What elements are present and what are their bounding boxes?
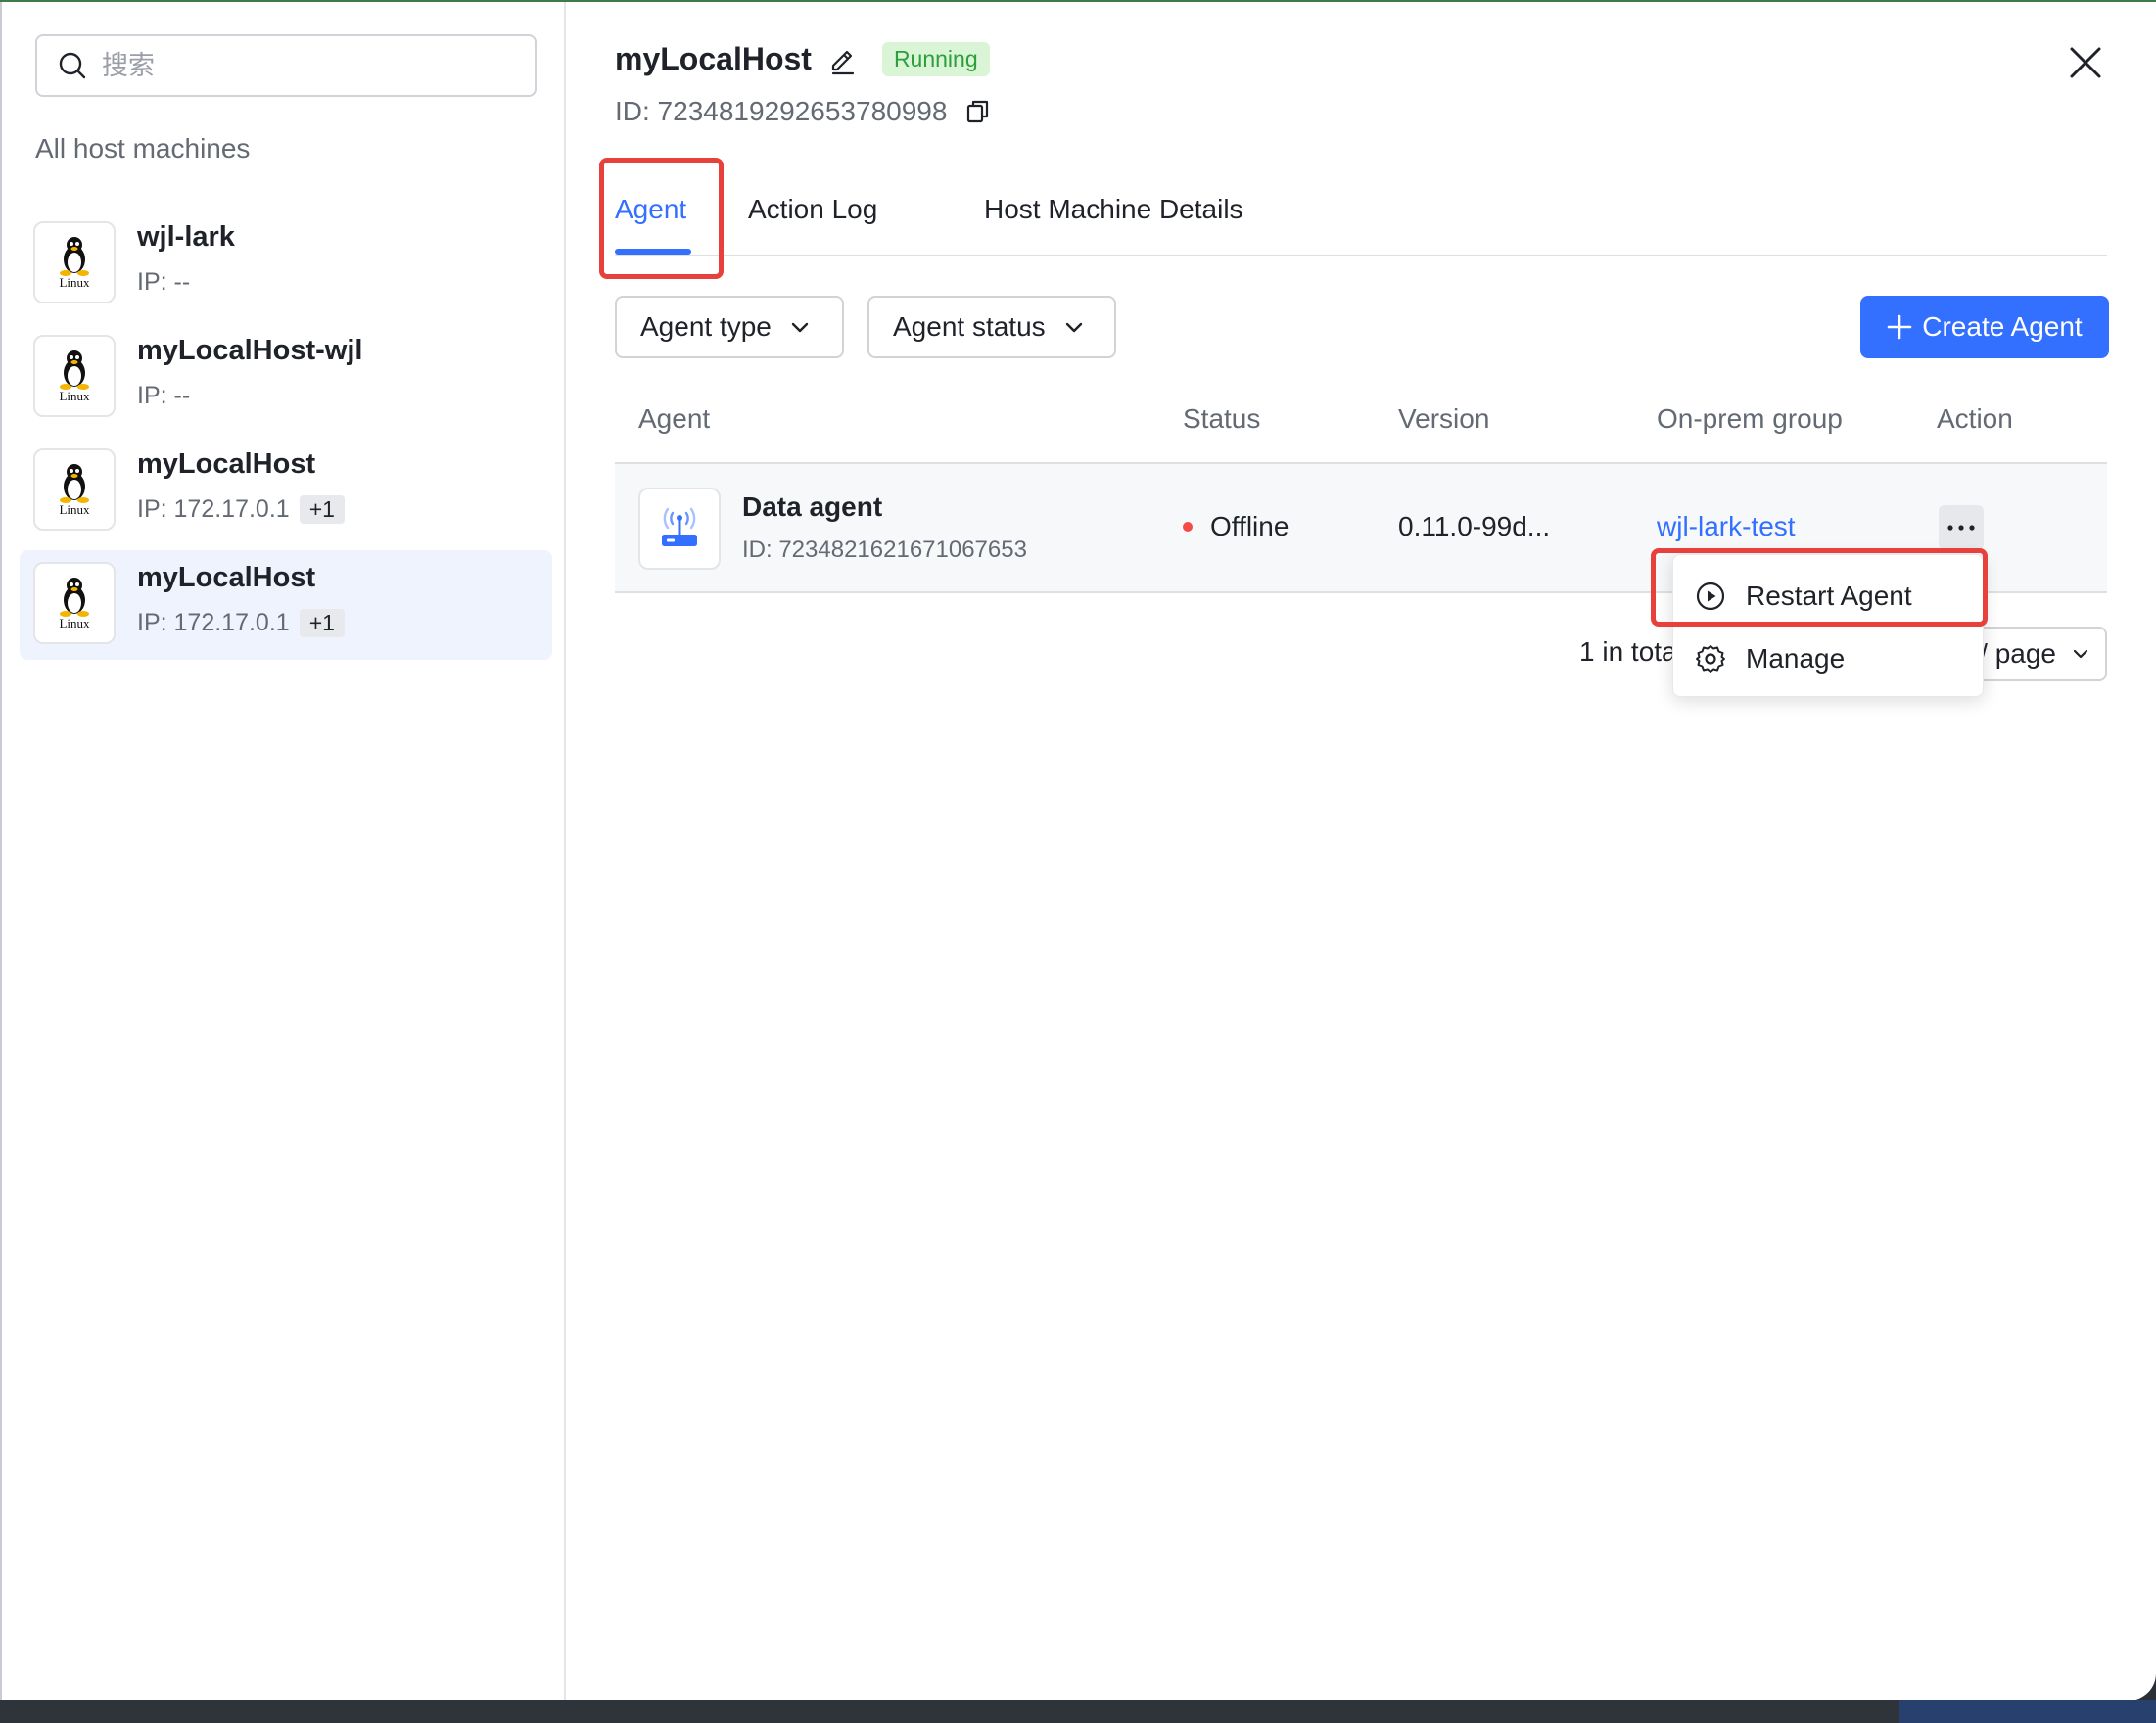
search-input[interactable] [102, 50, 513, 81]
table-header: Agent Status Version On-prem group Actio… [615, 390, 2107, 464]
tab-bar: Agent Action Log Host Machine Details [615, 159, 2107, 256]
agent-name: Data agent [742, 491, 883, 522]
host-ip-text: IP: -- [137, 382, 191, 409]
linux-tux-icon [60, 578, 89, 617]
host-name: myLocalHost-wjl [137, 335, 363, 366]
host-ip: IP: -- [137, 382, 190, 410]
plus-icon [1887, 314, 1912, 340]
linux-logo: Linux [33, 448, 116, 531]
ellipsis-icon [1947, 525, 1975, 531]
search-box[interactable] [35, 34, 537, 97]
status-badge: Running [881, 42, 990, 76]
create-agent-button[interactable]: Create Agent [1860, 296, 2109, 358]
tab-agent[interactable]: Agent [615, 194, 686, 225]
menu-item-label: Restart Agent [1746, 581, 1912, 611]
agent-id: ID: 7234821621671067653 [742, 536, 1027, 563]
active-tab-indicator [615, 249, 691, 255]
column-header-group: On-prem group [1657, 403, 1843, 434]
os-label: Linux [59, 502, 90, 517]
copy-icon[interactable] [964, 98, 992, 125]
router-antenna-icon [662, 507, 697, 546]
tab-host-machine-details[interactable]: Host Machine Details [984, 194, 1243, 225]
create-agent-label: Create Agent [1922, 311, 2083, 342]
host-id: ID: 7234819292653780998 [615, 96, 948, 126]
agent-version: 0.11.0-99d... [1398, 511, 1551, 541]
linux-tux-icon [60, 464, 89, 503]
desktop-taskbar-edge [0, 1700, 2156, 1723]
host-ip-text: IP: 172.17.0.1 [137, 495, 290, 523]
on-prem-group-link[interactable]: wjl-lark-test [1657, 511, 1796, 542]
host-title: myLocalHost [615, 41, 812, 76]
page-size-label: / page [1980, 638, 2056, 669]
host-name: wjl-lark [137, 221, 235, 253]
host-list: Linux wjl-lark IP: -- Linux myLocalHost-… [20, 210, 552, 664]
column-header-version: Version [1398, 403, 1490, 434]
chevron-down-icon [2073, 649, 2088, 659]
os-label: Linux [59, 616, 90, 630]
agent-status: Offline [1183, 511, 1289, 542]
host-name: myLocalHost [137, 448, 316, 480]
agent-type-filter[interactable]: Agent type [615, 296, 844, 358]
linux-logo: Linux [33, 221, 116, 303]
host-ip: IP: 172.17.0.1 +1 [137, 495, 345, 524]
host-item[interactable]: Linux myLocalHost-wjl IP: -- [20, 323, 552, 433]
taskbar-segment [1899, 1700, 2156, 1723]
chevron-down-icon [791, 322, 809, 333]
ip-count-badge: +1 [299, 609, 345, 637]
host-ip: IP: 172.17.0.1 +1 [137, 609, 345, 637]
host-item-selected[interactable]: Linux myLocalHost IP: 172.17.0.1 +1 [20, 550, 552, 660]
pagination-total: 1 in tota [1579, 636, 1677, 667]
linux-logo: Linux [33, 562, 116, 644]
host-detail-panel: myLocalHost Running ID: 7234819292653780… [566, 2, 2156, 1700]
more-actions-button[interactable] [1939, 505, 1984, 550]
host-id-row: ID: 7234819292653780998 [615, 96, 992, 127]
close-icon[interactable] [2066, 43, 2105, 82]
linux-tux-icon [60, 237, 89, 276]
gear-icon [1696, 645, 1725, 673]
menu-item-label: Manage [1746, 643, 1846, 674]
edit-pencil-icon[interactable] [827, 44, 859, 75]
data-agent-icon [638, 488, 721, 570]
host-ip-text: IP: -- [137, 268, 191, 296]
host-item[interactable]: Linux myLocalHost IP: 172.17.0.1 +1 [20, 437, 552, 546]
menu-item-manage[interactable]: Manage [1673, 628, 1983, 690]
chevron-down-icon [1065, 322, 1082, 333]
offline-status-dot [1183, 522, 1193, 532]
host-item[interactable]: Linux wjl-lark IP: -- [20, 210, 552, 319]
linux-tux-icon [60, 350, 89, 390]
menu-item-restart-agent[interactable]: Restart Agent [1673, 565, 1983, 628]
os-label: Linux [59, 275, 90, 290]
host-ip-text: IP: 172.17.0.1 [137, 609, 290, 636]
play-circle-icon [1696, 582, 1725, 611]
column-header-action: Action [1937, 403, 2013, 434]
title-row: myLocalHost Running [615, 41, 990, 77]
os-label: Linux [59, 389, 90, 403]
agent-status-label: Agent status [893, 311, 1046, 342]
ip-count-badge: +1 [299, 495, 345, 524]
agent-status-filter[interactable]: Agent status [867, 296, 1116, 358]
agent-status-text: Offline [1210, 511, 1289, 541]
host-name: myLocalHost [137, 562, 316, 593]
group-title: All host machines [35, 133, 251, 163]
agent-type-label: Agent type [640, 311, 772, 342]
host-details-window: All host machines Linux wjl-lark [0, 0, 2156, 1700]
action-dropdown-menu: Restart Agent Manage [1672, 554, 1984, 697]
tab-action-log[interactable]: Action Log [748, 194, 877, 225]
host-ip: IP: -- [137, 268, 190, 297]
column-header-status: Status [1183, 403, 1261, 434]
search-icon [59, 52, 86, 79]
column-header-agent: Agent [638, 403, 711, 434]
page-size-select[interactable]: / page [1976, 627, 2107, 681]
linux-logo: Linux [33, 335, 116, 417]
host-sidebar: All host machines Linux wjl-lark [0, 2, 566, 1700]
